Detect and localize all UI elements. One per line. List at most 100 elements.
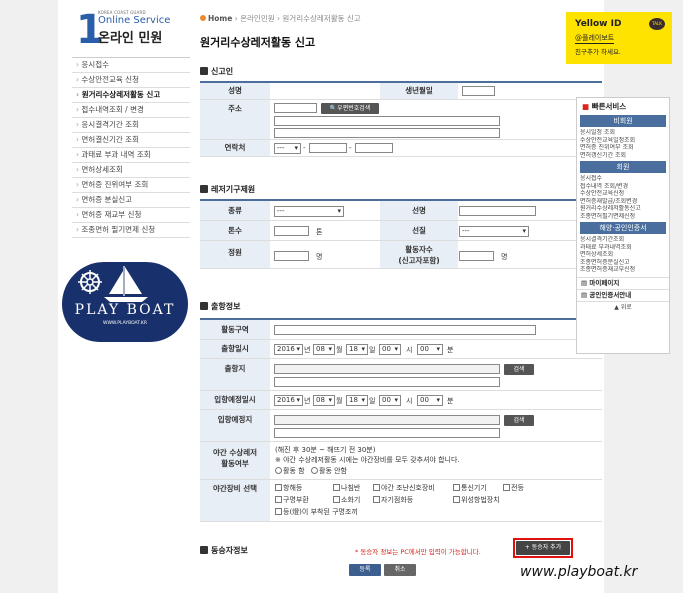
- checkbox[interactable]: [503, 484, 510, 491]
- sidebar-item[interactable]: 면허상세조회: [72, 163, 190, 178]
- depart-day-select[interactable]: 18: [346, 344, 368, 355]
- ship-name-input[interactable]: [459, 206, 536, 216]
- zipcode-input[interactable]: [274, 103, 317, 113]
- sidebar-item[interactable]: 과태료 부과 내역 조회: [72, 148, 190, 163]
- yellow-id-handle[interactable]: @플레이보트: [575, 33, 615, 44]
- arrive-place-search-button[interactable]: 검색: [504, 415, 534, 426]
- night-no-option[interactable]: 활동 안함: [311, 466, 347, 476]
- sidebar-item[interactable]: 면허증 재교부 신청: [72, 208, 190, 223]
- submit-button[interactable]: 등록: [349, 564, 381, 576]
- quick-link[interactable]: 조종면허증재교부신청: [577, 266, 669, 274]
- sidebar-item[interactable]: 면허증 진위여부 조회: [72, 178, 190, 193]
- birth-input[interactable]: [462, 86, 495, 96]
- quick-link[interactable]: 응시접수: [577, 175, 669, 183]
- capacity-input[interactable]: [274, 251, 309, 261]
- depart-place-search-button[interactable]: 검색: [504, 364, 534, 375]
- checkbox[interactable]: [275, 484, 282, 491]
- gear-option[interactable]: 위성항법장치: [453, 495, 500, 505]
- sidebar-item-active[interactable]: 원거리수상레저활동 신고: [72, 88, 190, 103]
- gear-option[interactable]: 등(燈)이 부착된 구명조끼: [275, 507, 358, 517]
- page: 1 KOREA COAST GUARD Online Service 온라인 민…: [0, 0, 683, 593]
- quick-link[interactable]: 접수내역 조회/변경: [577, 183, 669, 191]
- crew-input[interactable]: [459, 251, 494, 261]
- arrive-month-select[interactable]: 08: [313, 395, 335, 406]
- arrive-year-select[interactable]: 2016: [274, 395, 303, 406]
- gear-option[interactable]: 항해등: [275, 483, 302, 493]
- type-select[interactable]: ---: [274, 206, 344, 217]
- quick-link[interactable]: 수상안전교육일정조회: [577, 137, 669, 145]
- gear-option[interactable]: 나침반: [333, 483, 360, 493]
- sidebar-item[interactable]: 조종면허 필기면제 신청: [72, 223, 190, 238]
- quick-link[interactable]: 면허증재발급/조회변경: [577, 198, 669, 206]
- quick-link[interactable]: 면허증 진위여부 조회: [577, 144, 669, 152]
- breadcrumb-level1[interactable]: 온라인민원: [240, 14, 275, 23]
- address-line1-input[interactable]: [274, 116, 500, 126]
- section-heading-text: 동승자정보: [211, 546, 248, 555]
- arrive-day-select[interactable]: 18: [346, 395, 368, 406]
- gear-option[interactable]: 통신기기: [453, 483, 487, 493]
- checkbox[interactable]: [333, 484, 340, 491]
- checkbox[interactable]: [275, 508, 282, 515]
- depart-place-input[interactable]: [274, 364, 500, 374]
- night-yes-option[interactable]: 활동 함: [275, 466, 305, 476]
- depart-month-select[interactable]: 08: [313, 344, 335, 355]
- home-icon: [200, 15, 206, 21]
- crew-label-line1: 활동자수: [405, 245, 433, 254]
- checkbox[interactable]: [453, 496, 460, 503]
- name-input[interactable]: [274, 86, 384, 96]
- certificate-link[interactable]: ▤ 공인인증서안내: [577, 288, 669, 301]
- quick-link[interactable]: 조종면허증분실신고: [577, 259, 669, 267]
- scroll-top-link[interactable]: ▲ 위로: [577, 300, 669, 314]
- cancel-button[interactable]: 취소: [384, 564, 416, 576]
- arrive-minute-select[interactable]: 00: [417, 395, 443, 406]
- checkbox[interactable]: [373, 484, 380, 491]
- checkbox[interactable]: [275, 496, 282, 503]
- arrive-place-detail-input[interactable]: [274, 428, 500, 438]
- gear-option[interactable]: 구명부환: [275, 495, 309, 505]
- quick-link[interactable]: 원거리수상레저활동신고: [577, 205, 669, 213]
- address-line2-input[interactable]: [274, 128, 500, 138]
- arrive-hour-select[interactable]: 00: [379, 395, 401, 406]
- sidebar-item[interactable]: 응시접수: [72, 58, 190, 73]
- talk-icon: TALK: [649, 18, 665, 30]
- hull-select[interactable]: ---: [459, 226, 529, 237]
- gear-option[interactable]: 야간 조난신호장비: [373, 483, 435, 493]
- checkbox[interactable]: [373, 496, 380, 503]
- depart-year-select[interactable]: 2016: [274, 344, 303, 355]
- yellow-id-title: Yellow ID: [575, 19, 622, 29]
- sidebar-item[interactable]: 면허결신기간 조회: [72, 133, 190, 148]
- radio-button[interactable]: [275, 467, 282, 474]
- quick-link[interactable]: 면허갱신기간 조회: [577, 152, 669, 160]
- mypage-link[interactable]: ▤ 마이페이지: [577, 276, 669, 289]
- tonnage-input[interactable]: [274, 226, 309, 236]
- depart-hour-select[interactable]: 00: [379, 344, 401, 355]
- gear-option[interactable]: 소화기: [333, 495, 360, 505]
- add-companion-button[interactable]: + 동승자 추가: [516, 541, 570, 555]
- checkbox[interactable]: [333, 496, 340, 503]
- arrive-place-input[interactable]: [274, 415, 500, 425]
- gear-option[interactable]: 자기점화등: [373, 495, 413, 505]
- sidebar-item[interactable]: 응시결격기간 조회: [72, 118, 190, 133]
- area-input[interactable]: [274, 325, 536, 335]
- quick-link[interactable]: 응시결격기간조회: [577, 236, 669, 244]
- phone-last-input[interactable]: [355, 143, 393, 153]
- quick-link[interactable]: 과태료 부과내역조회: [577, 244, 669, 252]
- quick-link[interactable]: 수상안전교육신청: [577, 190, 669, 198]
- equipment-row-capacity: 정원 명 활동자수 (신고자포함) 명: [200, 241, 602, 269]
- zipcode-search-button[interactable]: 🔍우편번호검색: [321, 103, 379, 114]
- radio-button[interactable]: [311, 467, 318, 474]
- quick-link[interactable]: 면허상세조회: [577, 251, 669, 259]
- quick-link[interactable]: 응시일정 조회: [577, 129, 669, 137]
- quick-link[interactable]: 조종면허필기면제신청: [577, 213, 669, 221]
- gear-option[interactable]: 전등: [503, 483, 524, 493]
- sidebar-item[interactable]: 면허증 분실신고: [72, 193, 190, 208]
- depart-minute-select[interactable]: 00: [417, 344, 443, 355]
- phone-prefix-select[interactable]: ---: [274, 143, 301, 154]
- sidebar-item[interactable]: 수상안전교육 신청: [72, 73, 190, 88]
- checkbox[interactable]: [453, 484, 460, 491]
- depart-place-detail-input[interactable]: [274, 377, 500, 387]
- yellow-id-banner[interactable]: Yellow ID TALK @플레이보트 친구추가 하세요.: [566, 12, 672, 64]
- sidebar-item[interactable]: 접수내역조회 / 변경: [72, 103, 190, 118]
- phone-middle-input[interactable]: [309, 143, 347, 153]
- breadcrumb-home[interactable]: Home: [208, 14, 232, 23]
